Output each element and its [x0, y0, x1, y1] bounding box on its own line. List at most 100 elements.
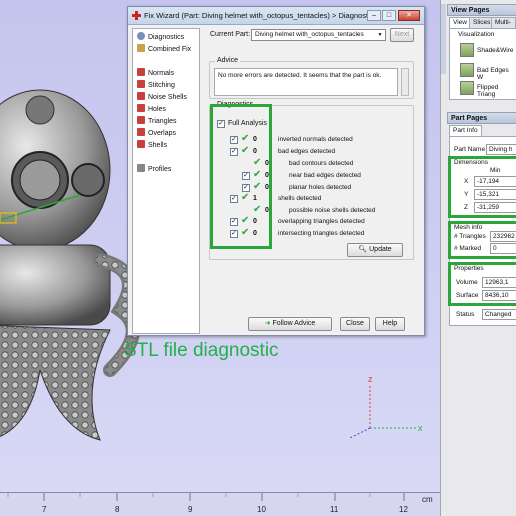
diag-label: planar holes detected: [289, 184, 352, 191]
tab-view[interactable]: View: [449, 17, 471, 28]
diag-count: 0: [265, 207, 269, 214]
ruler: 7 8 9 10 11 12 cm: [0, 492, 440, 516]
ruler-tick: 11: [330, 505, 339, 514]
nav-item-profiles[interactable]: Profiles: [137, 164, 171, 175]
nav-item-normals[interactable]: Normals: [137, 68, 174, 79]
ruler-tick: 10: [257, 505, 266, 514]
wizard-nav: Diagnostics Combined Fix Normals Stitchi…: [132, 28, 200, 334]
nav-item-diagnostics[interactable]: Diagnostics: [137, 32, 184, 43]
visualization-label: Visualization: [458, 31, 495, 38]
properties-highlight: [448, 262, 516, 306]
nav-item-overlaps[interactable]: Overlaps: [137, 128, 176, 139]
fix-wizard-dialog: Fix Wizard (Part: Diving helmet with_oct…: [127, 6, 425, 336]
nav-item-shells[interactable]: Shells: [137, 140, 167, 151]
diag-checkbox-near-bad-edges[interactable]: ✓: [242, 172, 250, 180]
full-analysis-checkbox[interactable]: ✓: [217, 120, 225, 128]
diag-label: overlapping triangles detected: [278, 218, 365, 225]
diag-count: 1: [253, 195, 257, 202]
diag-label: shells detected: [278, 195, 322, 202]
wizard-main: Current Part: Diving helmet with_octopus…: [205, 28, 421, 334]
diag-checkbox-intersecting[interactable]: ✓: [230, 230, 238, 238]
next-button[interactable]: Next: [390, 28, 414, 42]
nav-item-stitching[interactable]: Stitching: [137, 80, 175, 91]
tab-part-info[interactable]: Part Info: [449, 125, 482, 136]
update-label: Update: [369, 246, 392, 253]
ruler-ticks: [7, 493, 405, 501]
axis-z-label: z: [368, 374, 373, 384]
advice-scrollbar[interactable]: [401, 68, 409, 96]
view-pages-header[interactable]: View Pages: [447, 4, 516, 16]
check-icon: ✔: [253, 157, 262, 168]
vis-item-label: Flipped Triang: [477, 84, 499, 98]
cube-icon: [137, 140, 145, 148]
shade-wire-icon[interactable]: [460, 43, 474, 57]
diag-label: inverted normals detected: [278, 136, 353, 143]
flipped-triangles-icon[interactable]: [460, 81, 474, 95]
advice-title: Advice: [215, 57, 241, 64]
part-pages-header[interactable]: Part Pages: [447, 112, 516, 124]
ruler-tick: 8: [115, 505, 120, 514]
mesh-info-highlight: [448, 221, 516, 259]
follow-advice-button[interactable]: ➜ Follow Advice: [248, 317, 332, 331]
panel-toggle-strip[interactable]: [441, 4, 446, 74]
caption-label: STL file diagnostic: [124, 340, 279, 361]
nav-label: Normals: [148, 70, 175, 77]
close-button[interactable]: Close: [340, 317, 370, 331]
cube-icon: [137, 68, 145, 76]
help-button[interactable]: Help: [375, 317, 405, 331]
nav-item-combined-fix[interactable]: Combined Fix: [137, 44, 191, 55]
diag-count: 0: [253, 230, 257, 237]
chevron-down-icon: ▼: [377, 32, 383, 38]
close-icon[interactable]: ✕: [398, 10, 420, 21]
nav-label: Holes: [148, 106, 166, 113]
diag-checkbox-bad-edges[interactable]: ✓: [230, 148, 238, 156]
vis-item-label: Shade&Wire: [477, 47, 514, 54]
cube-icon: [137, 116, 145, 124]
current-part-select[interactable]: Diving helmet with_octopus_tentacles ▼: [251, 29, 386, 41]
dialog-titlebar[interactable]: Fix Wizard (Part: Diving helmet with_oct…: [128, 7, 424, 25]
nav-label: Diagnostics: [148, 34, 185, 41]
cube-icon: [137, 128, 145, 136]
vis-item-label: Bad Edges W: [477, 67, 509, 81]
cube-icon: [137, 80, 145, 88]
nav-label: Stitching: [148, 82, 175, 89]
diag-count: 0: [265, 184, 269, 191]
current-part-value: Diving helmet with_octopus_tentacles: [255, 31, 364, 38]
cube-icon: [137, 104, 145, 112]
magnifier-icon: 🔍︎: [358, 246, 370, 253]
nav-item-triangles[interactable]: Triangles: [137, 116, 177, 127]
diag-checkbox-planar-holes[interactable]: ✓: [242, 184, 250, 192]
nav-label: Overlaps: [148, 130, 177, 137]
diag-checkbox-shells[interactable]: ✓: [230, 195, 238, 203]
diag-count: 0: [253, 136, 257, 143]
check-icon: ✔: [241, 215, 250, 226]
check-icon: ✔: [253, 181, 262, 192]
ruler-tick: 12: [399, 505, 408, 514]
diag-checkbox-overlapping[interactable]: ✓: [230, 218, 238, 226]
check-icon: ✔: [241, 145, 250, 156]
diag-count: 0: [253, 148, 257, 155]
nav-item-noise-shells[interactable]: Noise Shells: [137, 92, 187, 103]
maximize-button[interactable]: □: [382, 10, 396, 21]
diag-label: possible noise shells detected: [289, 207, 376, 214]
minimize-button[interactable]: –: [367, 10, 381, 21]
follow-advice-label: Follow Advice: [272, 320, 316, 327]
diag-label: bad edges detected: [278, 148, 336, 155]
tab-multi-section[interactable]: Multi-Se: [491, 17, 516, 36]
nav-item-holes[interactable]: Holes: [137, 104, 166, 115]
full-analysis-label: Full Analysis: [228, 120, 267, 127]
check-icon: ✔: [253, 169, 262, 180]
update-button[interactable]: 🔍︎ Update: [347, 243, 403, 257]
magnifier-icon: [137, 32, 145, 40]
part-name-field[interactable]: Diving h: [486, 144, 516, 155]
status-field[interactable]: Changed: [482, 309, 516, 320]
nav-label: Shells: [148, 142, 168, 149]
check-icon: ✔: [241, 192, 250, 203]
bad-edges-icon[interactable]: [460, 63, 474, 77]
wrench-icon: [137, 44, 145, 52]
axis-triad: z x: [349, 374, 423, 439]
axis-x-label: x: [418, 423, 423, 433]
diag-checkbox-inverted-normals[interactable]: ✓: [230, 136, 238, 144]
check-icon: ✔: [253, 204, 262, 215]
diag-count: 0: [265, 160, 269, 167]
